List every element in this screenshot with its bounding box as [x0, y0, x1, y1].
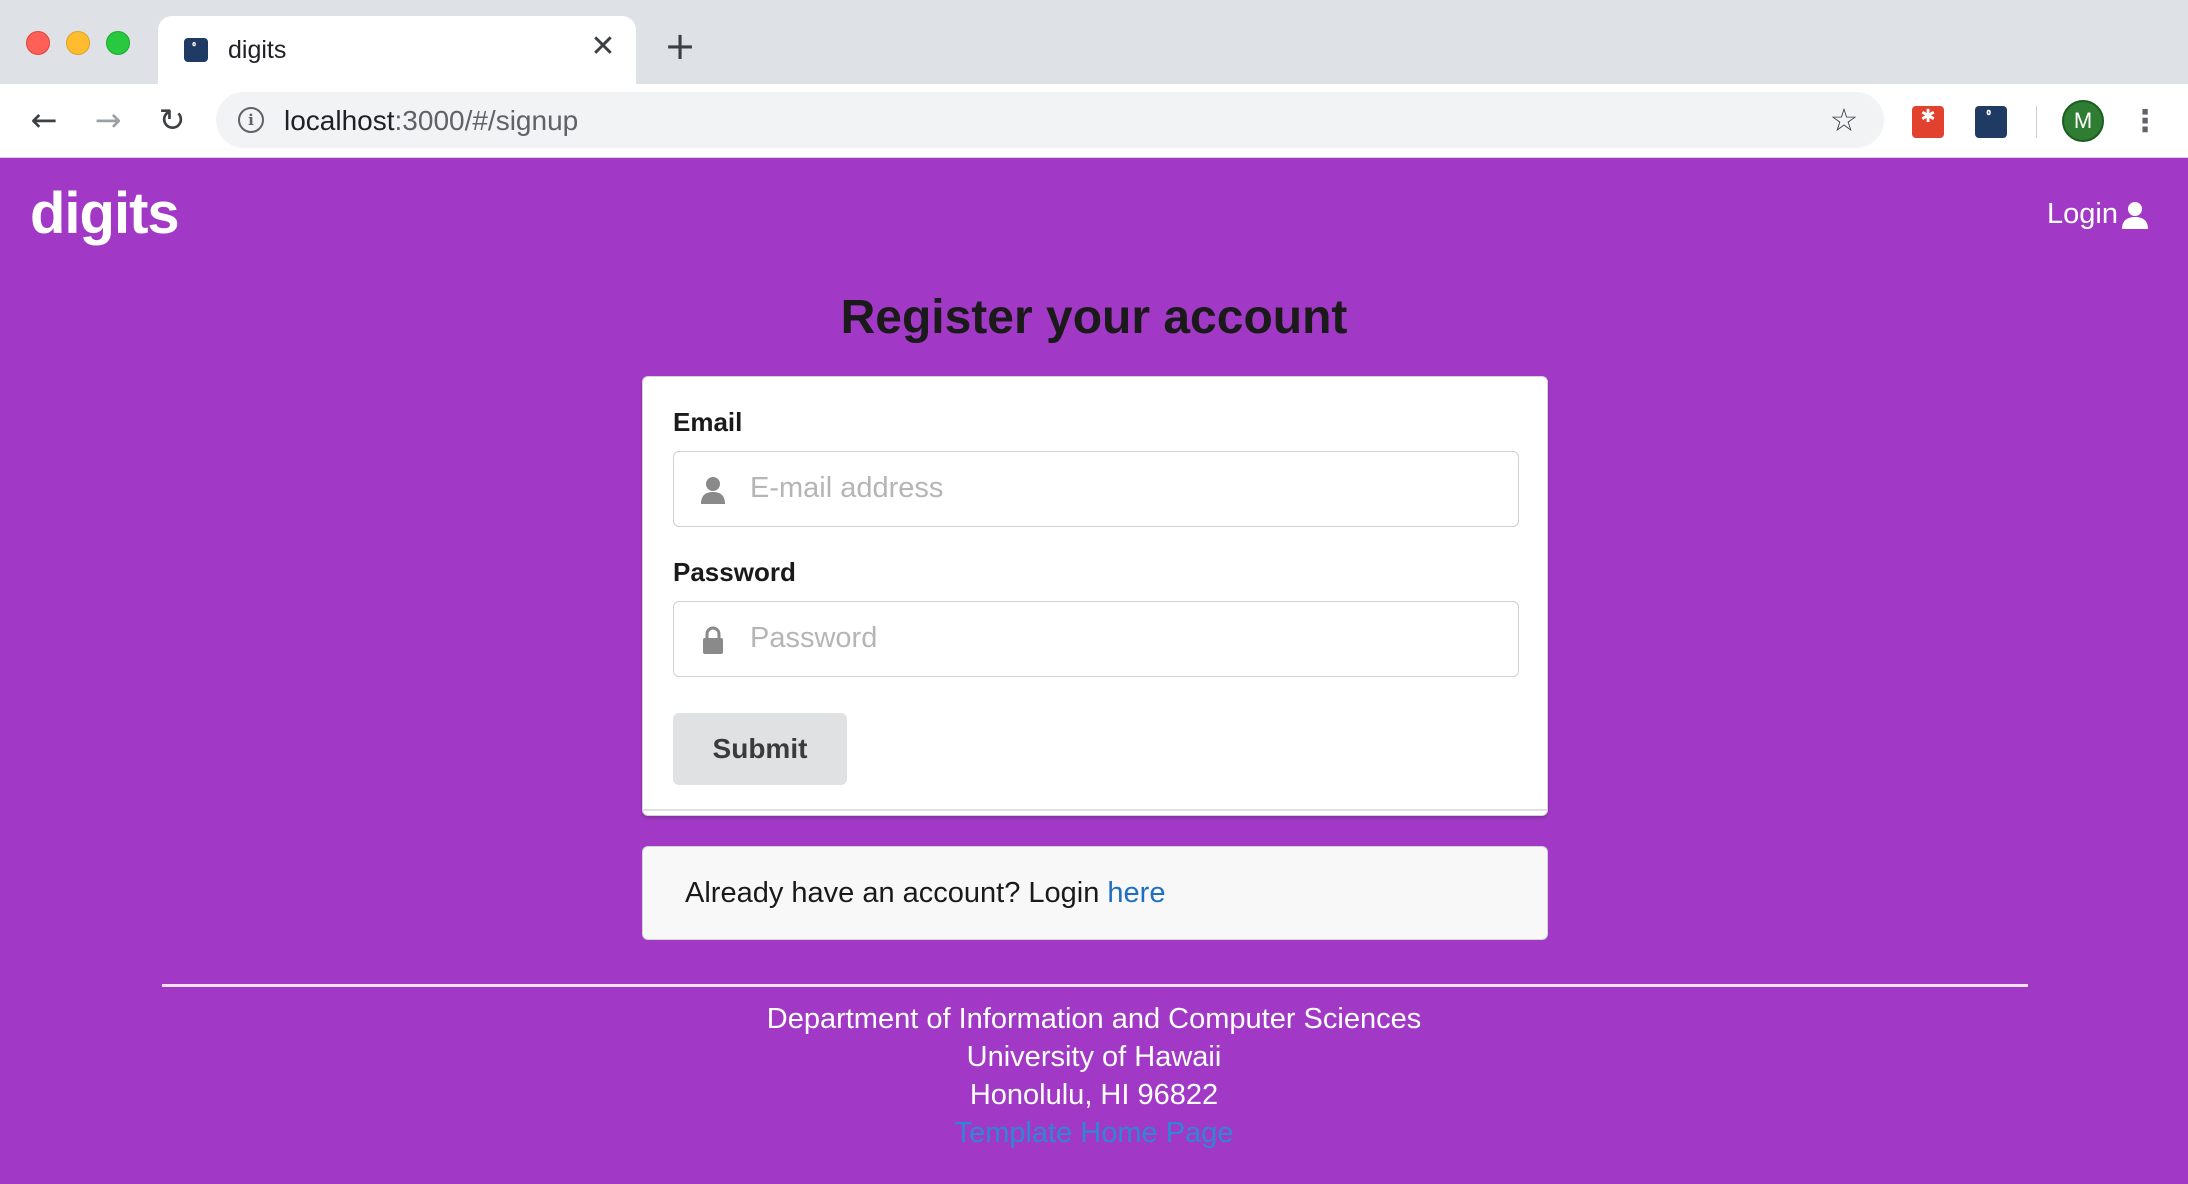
login-here-link[interactable]: here [1107, 877, 1165, 909]
profile-avatar[interactable]: M [2062, 100, 2104, 142]
login-message: Already have an account? Login here [642, 846, 1548, 940]
email-field[interactable]: E-mail address [673, 451, 1519, 527]
info-icon[interactable]: i [238, 107, 264, 133]
page-title: Register your account [840, 291, 1348, 344]
submit-button[interactable]: Submit [673, 713, 847, 785]
extension-icon[interactable]: ﾟ [1975, 106, 2007, 138]
extension-icon[interactable]: ✱ [1912, 106, 1944, 138]
back-arrow-icon[interactable]: ← [24, 100, 64, 140]
browser-tab[interactable]: ﾟ digits ✕ [158, 16, 636, 84]
browser-titlebar: ﾟ digits ✕ + [0, 0, 2188, 84]
address-bar[interactable]: i localhost:3000/#/signup ☆ [216, 92, 1884, 148]
email-label: Email [673, 407, 743, 437]
tab-close-icon[interactable]: ✕ [588, 32, 618, 62]
footer: Department of Information and Computer S… [0, 1000, 2188, 1152]
toolbar-divider [2036, 106, 2037, 138]
footer-address: Honolulu, HI 96822 [969, 1079, 1219, 1111]
page: digits Login Register your account Email… [0, 158, 2188, 1184]
password-field[interactable]: Password [673, 601, 1519, 677]
bookmark-star-icon[interactable]: ☆ [1826, 102, 1862, 138]
password-placeholder: Password [750, 622, 878, 654]
brand-logo[interactable]: digits [30, 180, 180, 247]
new-tab-button[interactable]: + [662, 27, 698, 65]
template-home-link[interactable]: Template Home Page [0, 1114, 2188, 1152]
menu-icon[interactable]: ⋮ [2130, 102, 2160, 142]
forward-arrow-icon[interactable]: → [88, 100, 128, 140]
browser-toolbar: ← → ↻ i localhost:3000/#/signup ☆ ✱ ﾟ M … [0, 84, 2188, 158]
footer-university: University of Hawaii [966, 1041, 1222, 1073]
password-label: Password [673, 557, 796, 587]
login-label: Login [2047, 198, 2118, 230]
url-path: :3000/#/signup [394, 105, 579, 136]
url-text[interactable]: localhost:3000/#/signup [284, 105, 578, 137]
favicon-icon: ﾟ [184, 38, 208, 62]
close-window-button[interactable] [26, 31, 50, 55]
footer-divider [162, 984, 2028, 987]
maximize-window-button[interactable] [106, 31, 130, 55]
footer-department: Department of Information and Computer S… [766, 1003, 1422, 1035]
login-prompt: Already have an account? Login [685, 877, 1108, 909]
tab-title: digits [228, 36, 287, 64]
reload-icon[interactable]: ↻ [152, 100, 192, 140]
signup-form: Email E-mail address Password Password S… [642, 376, 1548, 816]
user-icon [2122, 201, 2148, 229]
minimize-window-button[interactable] [66, 31, 90, 55]
user-icon [701, 477, 725, 504]
url-host: localhost [284, 105, 395, 136]
email-placeholder: E-mail address [750, 472, 944, 504]
lock-icon [703, 626, 723, 654]
login-menu[interactable]: Login [2047, 198, 2150, 231]
form-divider [643, 809, 1547, 811]
